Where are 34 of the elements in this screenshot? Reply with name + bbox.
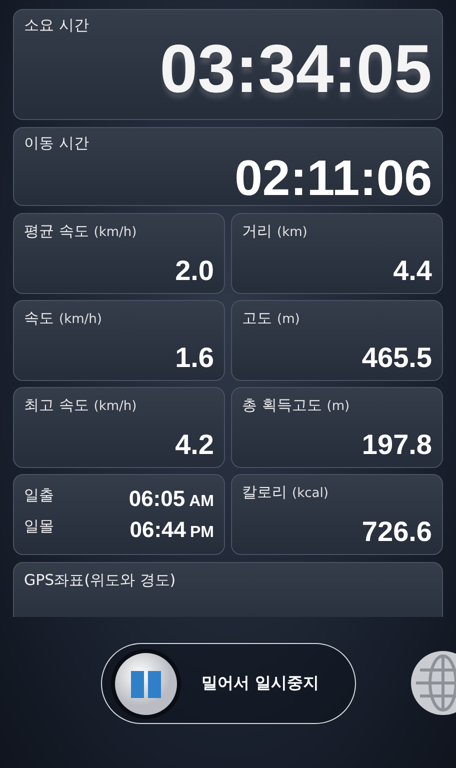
stat-label: 총 획득고도 <box>242 396 322 415</box>
stat-value: 1.6 <box>175 344 214 372</box>
card-label: 이동 시간 <box>24 134 89 153</box>
stat-label: 최고 속도 <box>24 396 89 415</box>
moving-time-value: 02:11:06 <box>234 153 432 203</box>
stat-label: 고도 <box>242 309 272 328</box>
unit-label: (km/h) <box>94 225 137 240</box>
stat-value: 726.6 <box>362 518 432 546</box>
card-label: 소요 시간 <box>24 16 89 35</box>
unit-label: (km/h) <box>94 399 137 414</box>
stat-value: 465.5 <box>362 344 432 372</box>
stat-value: 4.4 <box>393 257 432 285</box>
stat-label: 속도 <box>24 309 54 328</box>
slide-to-pause-slider[interactable]: 밀어서 일시중지 <box>100 643 356 724</box>
card-label: GPS좌표(위도와 경도) <box>24 571 176 590</box>
sun-time: 06:05 <box>128 486 186 511</box>
unit-label: (m) <box>277 312 300 327</box>
unit-label: (m) <box>326 399 350 414</box>
stat-label: 거리 <box>242 222 272 241</box>
sun-label: 일몰 <box>24 517 54 536</box>
unit-label: (km/h) <box>59 312 102 327</box>
stat-value: 197.8 <box>362 431 432 459</box>
stat-label: 칼로리 <box>242 483 287 502</box>
sun-time: 06:44 <box>130 517 186 542</box>
pause-icon[interactable] <box>110 648 182 720</box>
elapsed-time-value: 03:34:05 <box>160 35 432 103</box>
stat-value: 4.2 <box>175 431 214 459</box>
meridiem-text: AM <box>189 492 214 510</box>
stat-label: 평균 속도 <box>24 222 89 241</box>
unit-label: (km) <box>277 225 308 240</box>
stat-value: 2.0 <box>175 257 214 285</box>
sun-label: 일출 <box>24 486 54 505</box>
meridiem-text: PM <box>190 524 214 542</box>
unit-label: (kcal) <box>292 486 328 501</box>
